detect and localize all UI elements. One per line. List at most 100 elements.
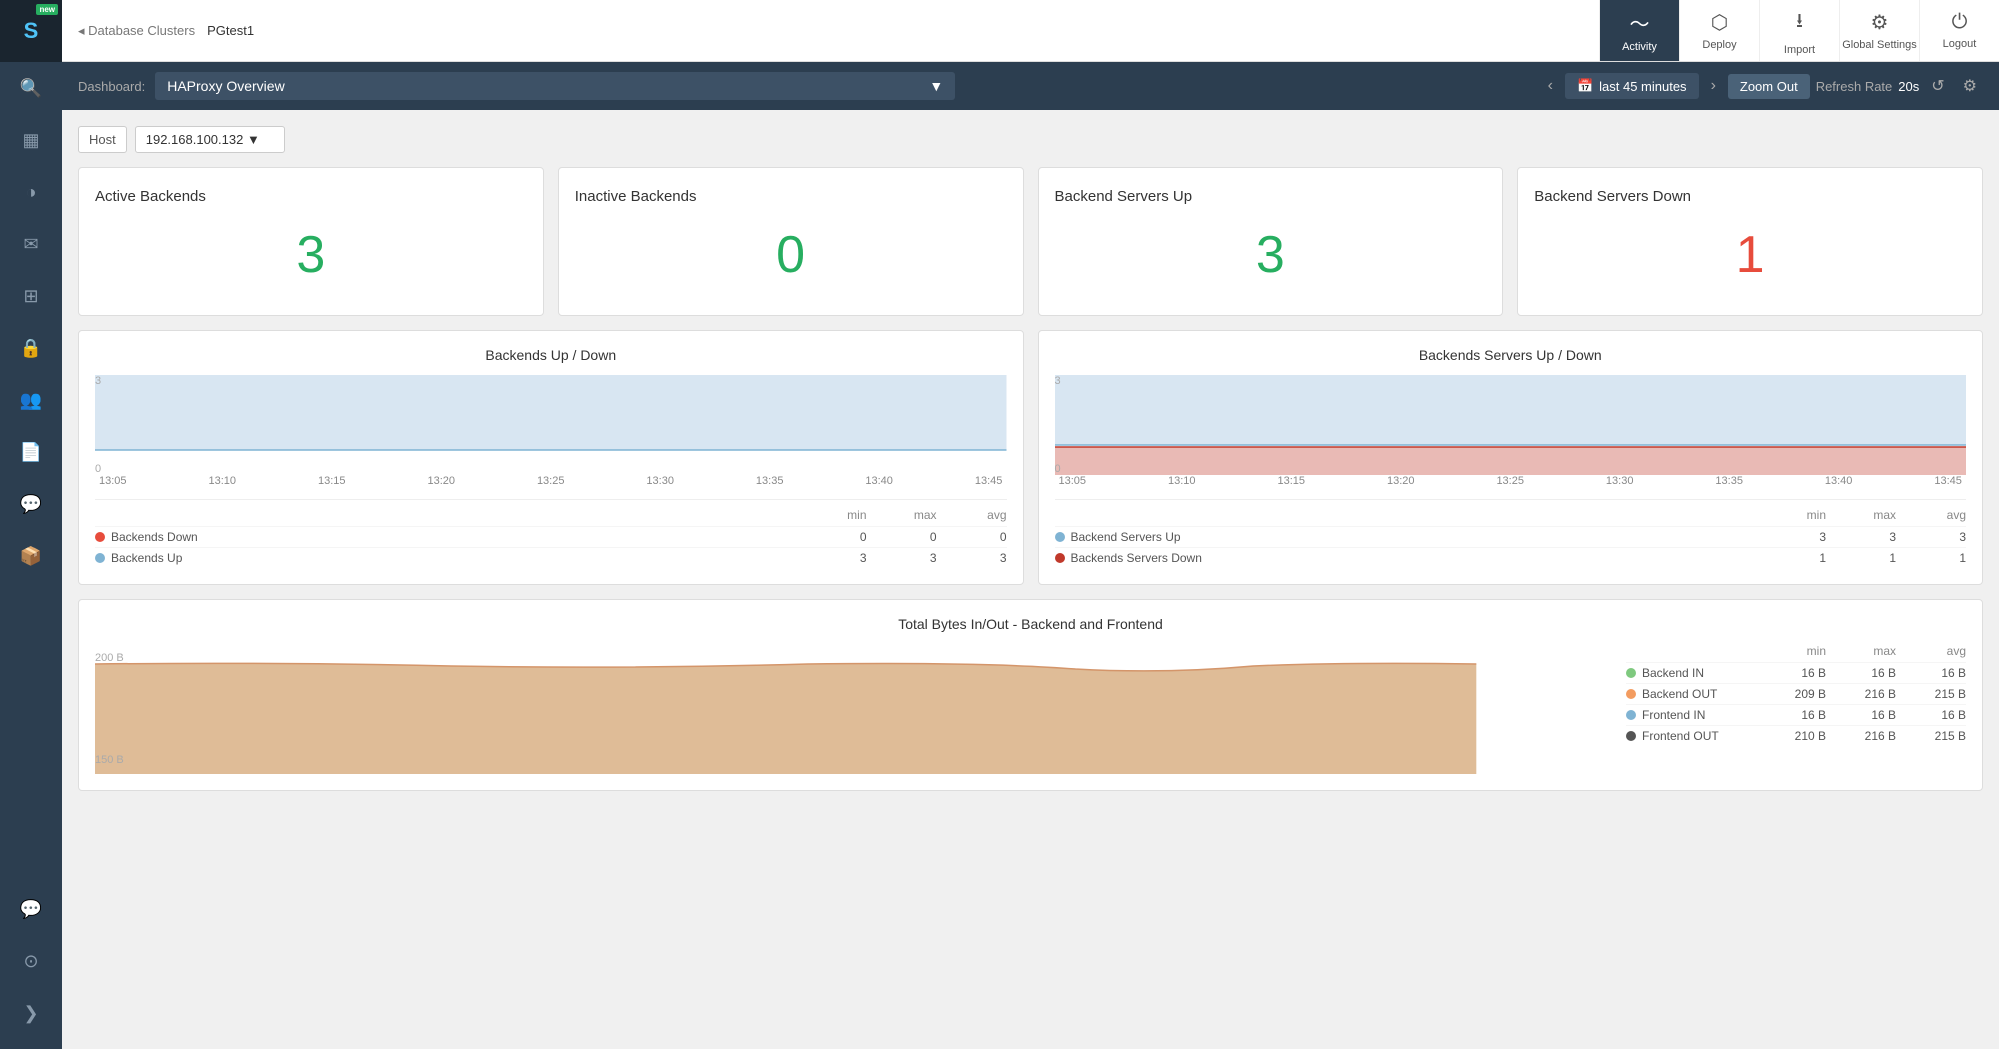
servers-down-min: 1 xyxy=(1756,551,1826,565)
frontend-in-name: Frontend IN xyxy=(1642,708,1756,722)
content: Host 192.168.100.132 ▼ Active Backends 3… xyxy=(62,110,1999,1049)
sidebar-item-arrow[interactable]: ❯ xyxy=(0,987,62,1039)
xaxis-label: 13:10 xyxy=(1168,475,1196,487)
legend-row-backend-out: Backend OUT 209 B 216 B 215 B xyxy=(1626,683,1966,704)
topnav-activity[interactable]: 〜 Activity xyxy=(1599,0,1679,61)
backend-in-name: Backend IN xyxy=(1642,666,1756,680)
topnav-deploy[interactable]: ⬡ Deploy xyxy=(1679,0,1759,61)
backend-in-min: 16 B xyxy=(1756,666,1826,680)
topnav: ◂ Database Clusters PGtest1 〜 Activity ⬡… xyxy=(62,0,1999,62)
refresh-button[interactable]: ↺ xyxy=(1925,72,1950,100)
sidebar-item-users[interactable]: 👥 xyxy=(0,374,62,426)
frontend-out-dot xyxy=(1626,731,1636,741)
xaxis-label: 13:20 xyxy=(427,475,455,487)
servers-updown-svg xyxy=(1055,375,1967,475)
legend-col-max: max xyxy=(867,508,937,522)
backends-down-name: Backends Down xyxy=(111,530,797,544)
bytes-col-avg: avg xyxy=(1896,644,1966,658)
zoom-out-button[interactable]: Zoom Out xyxy=(1728,74,1810,99)
chart-row: Backends Up / Down 3 0 13:05 13:10 13:15… xyxy=(78,330,1983,585)
backend-out-name: Backend OUT xyxy=(1642,687,1756,701)
xaxis-label: 13:45 xyxy=(975,475,1003,487)
bytes-col-min: min xyxy=(1756,644,1826,658)
backend-out-dot xyxy=(1626,689,1636,699)
chart-backends-updown-xaxis: 13:05 13:10 13:15 13:20 13:25 13:30 13:3… xyxy=(95,475,1007,487)
frontend-in-avg: 16 B xyxy=(1896,708,1966,722)
legend-col-max-2: max xyxy=(1826,508,1896,522)
xaxis-label: 13:40 xyxy=(1825,475,1853,487)
dashboard-select[interactable]: HAProxy Overview ▼ xyxy=(155,72,955,100)
frontend-in-min: 16 B xyxy=(1756,708,1826,722)
frontend-out-min: 210 B xyxy=(1756,729,1826,743)
legend-row-backends-down: Backends Down 0 0 0 xyxy=(95,526,1007,547)
deploy-label: Deploy xyxy=(1702,39,1736,51)
sidebar-item-dashboard[interactable]: ▦ xyxy=(0,114,62,166)
chart-servers-updown-xaxis: 13:05 13:10 13:15 13:20 13:25 13:30 13:3… xyxy=(1055,475,1967,487)
y-label-3: 3 xyxy=(95,375,101,387)
topnav-import[interactable]: ⭳ Import xyxy=(1759,0,1839,61)
breadcrumb-current: PGtest1 xyxy=(207,23,254,38)
bytes-svg xyxy=(95,644,1610,774)
sidebar: S new 🔍 ▦ ◑ ✉ ⊞ 🔒 👥 📄 💬 📦 💬 ⊙ ❯ xyxy=(0,0,62,1049)
xaxis-label: 13:10 xyxy=(208,475,236,487)
lock-icon: 🔒 xyxy=(20,338,42,359)
time-nav: ‹ 📅 last 45 minutes › Zoom Out Refresh R… xyxy=(1542,72,1983,100)
stat-inactive-backends-title: Inactive Backends xyxy=(575,188,697,205)
frontend-out-max: 216 B xyxy=(1826,729,1896,743)
host-filter: Host 192.168.100.132 ▼ xyxy=(78,126,1983,153)
sidebar-item-file[interactable]: 📄 xyxy=(0,426,62,478)
chart-bytes-title: Total Bytes In/Out - Backend and Fronten… xyxy=(95,616,1966,632)
toolbar-settings-button[interactable]: ⚙ xyxy=(1957,72,1983,100)
frontend-in-max: 16 B xyxy=(1826,708,1896,722)
sidebar-item-puzzle[interactable]: ⊞ xyxy=(0,270,62,322)
host-value: 192.168.100.132 xyxy=(146,132,244,147)
legend-row-backends-up: Backends Up 3 3 3 xyxy=(95,547,1007,568)
activity-icon: 〜 xyxy=(1630,8,1650,37)
breadcrumb-parent[interactable]: ◂ Database Clusters xyxy=(78,23,195,39)
time-prev-button[interactable]: ‹ xyxy=(1542,73,1559,99)
host-select[interactable]: 192.168.100.132 ▼ xyxy=(135,126,285,153)
sidebar-item-chat[interactable]: 💬 xyxy=(0,478,62,530)
sidebar-bottom: 💬 ⊙ ❯ xyxy=(0,883,62,1049)
time-next-button[interactable]: › xyxy=(1705,73,1722,99)
chart-icon: ◑ xyxy=(26,182,37,203)
chart-servers-updown: Backends Servers Up / Down 3 0 13:05 13:… xyxy=(1038,330,1984,585)
chart-backends-updown-title: Backends Up / Down xyxy=(95,347,1007,363)
backends-down-avg: 0 xyxy=(937,530,1007,544)
activity-label: Activity xyxy=(1622,41,1657,53)
legend-header-2: min max avg xyxy=(1055,508,1967,522)
stat-cards: Active Backends 3 Inactive Backends 0 Ba… xyxy=(78,167,1983,316)
new-badge: new xyxy=(36,4,58,15)
logout-icon: ⏻ xyxy=(1952,11,1968,34)
backend-in-max: 16 B xyxy=(1826,666,1896,680)
sidebar-item-box[interactable]: 📦 xyxy=(0,530,62,582)
servers-up-dot xyxy=(1055,532,1065,542)
sidebar-item-mail[interactable]: ✉ xyxy=(0,218,62,270)
sidebar-item-comment[interactable]: 💬 xyxy=(0,883,62,935)
backends-up-max: 3 xyxy=(867,551,937,565)
host-label: Host xyxy=(78,126,127,153)
main-area: ◂ Database Clusters PGtest1 〜 Activity ⬡… xyxy=(62,0,1999,1049)
time-range[interactable]: 📅 last 45 minutes xyxy=(1565,73,1699,99)
dashboard-label: Dashboard: xyxy=(78,79,145,94)
xaxis-label: 13:40 xyxy=(865,475,893,487)
legend-col-avg: avg xyxy=(937,508,1007,522)
xaxis-label: 13:20 xyxy=(1387,475,1415,487)
topnav-logout[interactable]: ⏻ Logout xyxy=(1919,0,1999,61)
sidebar-item-lock[interactable]: 🔒 xyxy=(0,322,62,374)
bytes-layout: 200 B 150 B min max avg xyxy=(95,644,1966,774)
host-chevron-icon: ▼ xyxy=(247,132,260,147)
xaxis-label: 13:15 xyxy=(318,475,346,487)
legend-row-frontend-out: Frontend OUT 210 B 216 B 215 B xyxy=(1626,725,1966,746)
sidebar-item-chart[interactable]: ◑ xyxy=(0,166,62,218)
xaxis-label: 13:15 xyxy=(1277,475,1305,487)
sidebar-item-search[interactable]: 🔍 xyxy=(0,62,62,114)
global-settings-label: Global Settings xyxy=(1842,39,1917,51)
topnav-global-settings[interactable]: ⚙ Global Settings xyxy=(1839,0,1919,61)
frontend-out-name: Frontend OUT xyxy=(1642,729,1756,743)
bytes-svg-container: 200 B 150 B xyxy=(95,644,1610,774)
chart-servers-updown-legend: min max avg Backend Servers Up 3 3 3 Bac… xyxy=(1055,499,1967,568)
xaxis-label: 13:35 xyxy=(1715,475,1743,487)
sidebar-logo[interactable]: S new xyxy=(0,0,62,62)
sidebar-item-toggle[interactable]: ⊙ xyxy=(0,935,62,987)
